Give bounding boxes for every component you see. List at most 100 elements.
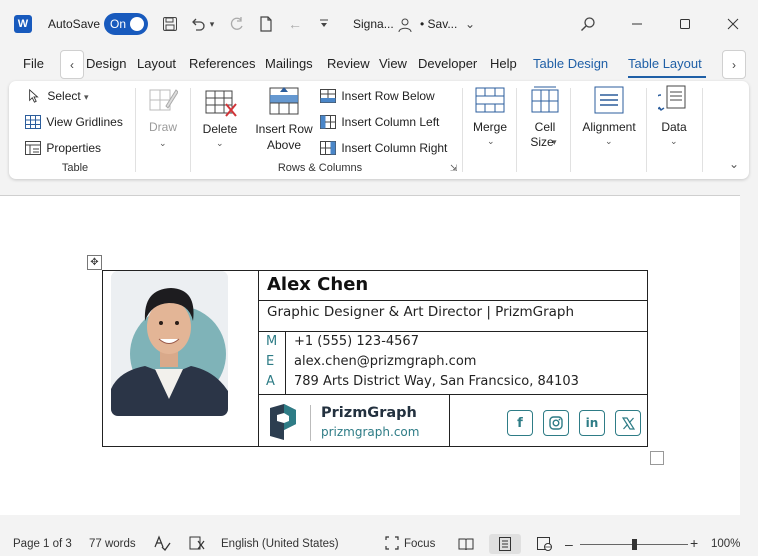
save-icon[interactable] [160, 14, 180, 34]
table-divider [449, 394, 450, 447]
ribbon-separator [702, 88, 703, 172]
share-people-icon [396, 15, 416, 35]
table-move-handle-icon[interactable]: ✥ [87, 255, 102, 270]
focus-icon[interactable] [385, 536, 399, 553]
table-divider [258, 331, 648, 332]
table-divider [258, 394, 648, 395]
view-gridlines-label: View Gridlines [46, 115, 123, 129]
facebook-icon[interactable]: f [507, 410, 533, 436]
language-status[interactable]: English (United States) [221, 538, 339, 550]
undo-icon[interactable] [188, 14, 208, 34]
insert-row-above-line1[interactable]: Insert Row [252, 122, 316, 136]
select-label: Select [47, 89, 81, 103]
tab-review[interactable]: Review [327, 56, 370, 71]
ribbon-separator [516, 88, 517, 172]
ribbon-separator [646, 88, 647, 172]
alignment-chevron-icon: ⌄ [605, 136, 613, 146]
new-doc-icon[interactable] [256, 14, 276, 34]
brand-url[interactable]: prizmgraph.com [321, 425, 419, 439]
tabs-scroll-left-icon[interactable]: ‹ [60, 50, 84, 79]
tab-table-design[interactable]: Table Design [533, 56, 608, 71]
merge-chevron-icon: ⌄ [487, 136, 495, 146]
address-value: 789 Arts District Way, San Francsico, 84… [294, 374, 579, 389]
delete-chevron-icon: ⌄ [216, 138, 224, 148]
word-app-icon: W [14, 15, 32, 33]
brand-name: PrizmGraph [321, 405, 417, 421]
merge-button[interactable]: Merge [467, 120, 513, 134]
close-icon[interactable] [720, 12, 746, 36]
prizmgraph-logo-icon [268, 404, 298, 443]
ribbon-separator [135, 88, 136, 172]
undo-dropdown-icon[interactable]: ▾ [206, 14, 218, 34]
insert-row-above-line2[interactable]: Above [252, 138, 316, 152]
redo-icon [227, 14, 247, 34]
properties-icon [25, 141, 41, 155]
delete-button[interactable]: Delete [199, 122, 241, 136]
customize-icon[interactable] [314, 14, 334, 34]
alignment-button[interactable]: Alignment [578, 120, 640, 134]
tab-design[interactable]: Design [86, 56, 126, 71]
zoom-level[interactable]: 100% [711, 538, 740, 550]
tab-file[interactable]: File [23, 56, 44, 71]
maximize-icon[interactable] [672, 12, 698, 36]
web-layout-icon[interactable] [529, 534, 561, 554]
document-title[interactable]: Signa... [353, 17, 394, 31]
linkedin-icon[interactable]: in [579, 410, 605, 436]
back-icon: ← [288, 16, 302, 32]
accessibility-icon[interactable] [189, 536, 205, 553]
rows-columns-launcher-icon[interactable]: ⇲ [450, 163, 458, 174]
profile-photo[interactable] [111, 271, 228, 416]
autosave-state: On [110, 17, 127, 31]
tab-references[interactable]: References [189, 56, 255, 71]
tab-table-layout[interactable]: Table Layout [628, 56, 702, 71]
instagram-icon[interactable] [543, 410, 569, 436]
table-resize-handle[interactable] [650, 451, 664, 465]
cell-size-line1[interactable]: Cell [523, 120, 567, 134]
tabs-scroll-right-icon[interactable]: › [722, 50, 746, 79]
table-divider [258, 270, 259, 447]
properties-button[interactable]: Properties [25, 141, 101, 155]
proofing-icon[interactable] [153, 535, 171, 554]
zoom-out-icon[interactable]: – [565, 536, 573, 552]
focus-button[interactable]: Focus [404, 538, 435, 550]
x-icon[interactable] [615, 410, 641, 436]
cell-size-chevron-icon: ▾ [552, 137, 557, 147]
insert-column-right-label: Insert Column Right [341, 141, 448, 155]
signature-name: Alex Chen [267, 274, 369, 295]
autosave-knob [130, 17, 144, 31]
insert-row-below-icon [320, 89, 336, 103]
insert-row-below-label: Insert Row Below [341, 89, 435, 103]
zoom-in-icon[interactable]: + [690, 535, 698, 551]
address-label: A [266, 374, 275, 389]
insert-row-below-button[interactable]: Insert Row Below [320, 89, 435, 103]
cell-size-icon [530, 86, 560, 117]
print-layout-icon[interactable] [489, 534, 521, 554]
tab-help[interactable]: Help [490, 56, 517, 71]
search-icon[interactable] [578, 14, 598, 34]
tab-mailings[interactable]: Mailings [265, 56, 313, 71]
draw-button: Draw [148, 120, 177, 134]
read-mode-icon[interactable] [450, 534, 482, 554]
insert-column-right-button[interactable]: Insert Column Right [320, 141, 447, 155]
zoom-slider-thumb[interactable] [632, 539, 637, 550]
page-count[interactable]: Page 1 of 3 [13, 538, 72, 550]
insert-column-left-button[interactable]: Insert Column Left [320, 115, 439, 129]
word-count[interactable]: 77 words [89, 538, 136, 550]
ribbon-collapse-icon[interactable]: ⌄ [729, 157, 739, 171]
select-button[interactable]: Select ▾ [26, 88, 89, 103]
delete-table-icon [204, 88, 238, 121]
minimize-icon[interactable] [624, 12, 650, 36]
email-value[interactable]: alex.chen@prizmgraph.com [294, 354, 476, 369]
tab-view[interactable]: View [379, 56, 407, 71]
merge-icon [475, 86, 505, 117]
chevron-down-icon[interactable]: ⌄ [460, 14, 480, 34]
insert-column-left-label: Insert Column Left [341, 115, 440, 129]
tab-layout[interactable]: Layout [137, 56, 176, 71]
rows-columns-group-label: Rows & Columns [277, 162, 363, 174]
tab-developer[interactable]: Developer [418, 56, 477, 71]
table-group-label: Table [61, 162, 89, 174]
data-button[interactable]: Data [654, 120, 694, 134]
cursor-icon [29, 88, 39, 103]
view-gridlines-button[interactable]: View Gridlines [25, 115, 123, 129]
data-chevron-icon: ⌄ [670, 136, 678, 146]
